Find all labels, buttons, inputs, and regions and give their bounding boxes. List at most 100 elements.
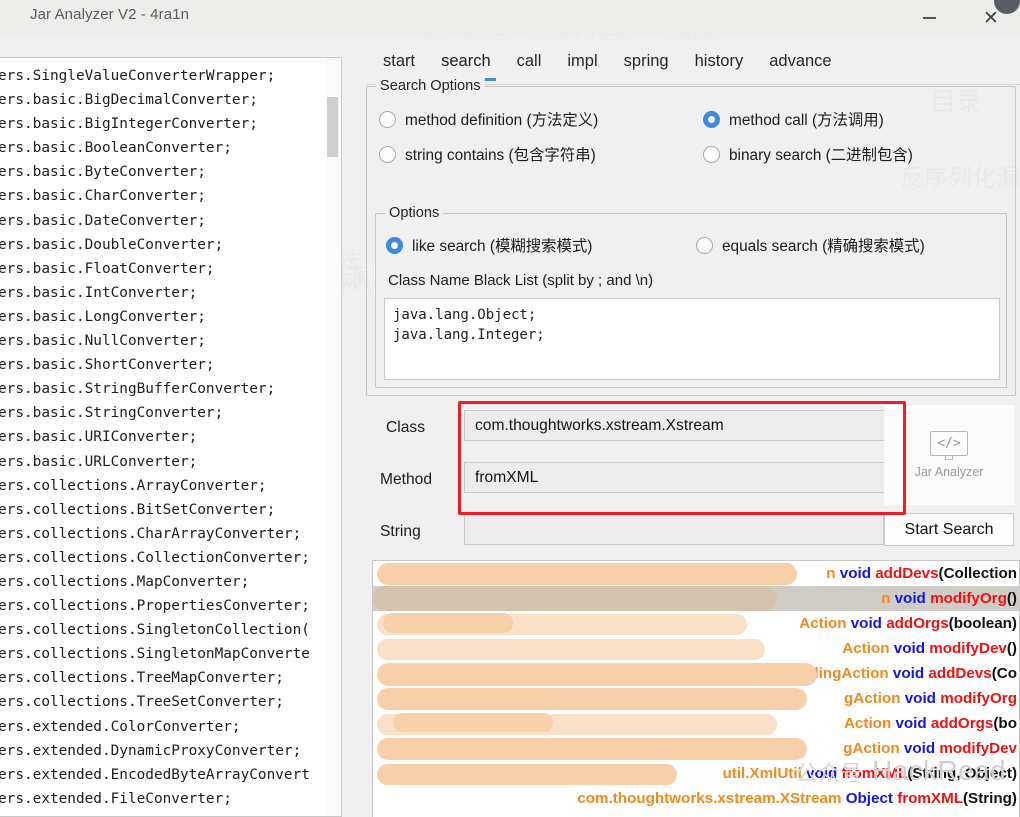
- class-list-item[interactable]: ers.basic.BigDecimalConverter;: [0, 88, 310, 112]
- tab-history[interactable]: history: [682, 44, 757, 83]
- result-method-params: (Collection: [938, 565, 1017, 582]
- radio-like-search-indicator[interactable]: [386, 236, 403, 254]
- redaction-smear: [377, 663, 817, 686]
- code-monitor-screen: </>: [930, 431, 968, 456]
- minimize-button[interactable]: [906, 0, 952, 36]
- class-list-item[interactable]: ers.collections.PropertiesConverter;: [0, 594, 310, 618]
- class-list-item[interactable]: ers.collections.TreeSetConverter;: [0, 690, 310, 714]
- class-list-panel[interactable]: ers.SingleValueConverterWrapper; ers.basi…: [0, 57, 342, 817]
- radio-binary-search[interactable]: binary search (二进制包含): [703, 143, 913, 165]
- class-list-item[interactable]: ers.basic.StringBufferConverter;: [0, 377, 310, 401]
- radio-method-definition-indicator[interactable]: [379, 110, 396, 128]
- result-method-name: modifyDev: [939, 740, 1017, 757]
- result-return-type: void: [894, 590, 926, 607]
- class-list-item[interactable]: ers.collections.CollectionConverter;: [0, 546, 310, 570]
- result-return-type: void: [806, 765, 838, 782]
- radio-like-search-label: like search (模糊搜索模式): [412, 238, 593, 255]
- blacklist-textarea[interactable]: java.lang.Object; java.lang.Integer;: [384, 298, 1000, 380]
- class-list-item[interactable]: ers.basic.DateConverter;: [0, 209, 310, 233]
- radio-method-call-indicator[interactable]: [703, 110, 720, 128]
- tab-call[interactable]: call: [504, 44, 555, 83]
- class-list-item[interactable]: ers.collections.ArrayConverter;: [0, 474, 310, 498]
- redaction-smear: [383, 613, 513, 633]
- result-class-name: Action: [842, 640, 890, 657]
- result-class-name: gAction: [843, 740, 900, 757]
- result-method-params: (): [1006, 590, 1017, 607]
- class-list-item[interactable]: ers.collections.TreeMapConverter;: [0, 666, 310, 690]
- result-row[interactable]: util.XmlUtil void fromXML(String, Object…: [373, 761, 1019, 786]
- tab-impl[interactable]: impl: [554, 44, 610, 83]
- result-row[interactable]: n void addDevs(Collection: [373, 561, 1019, 586]
- result-row[interactable]: Action void modifyDev(): [373, 636, 1019, 661]
- class-list-scroll-thumb[interactable]: [327, 97, 338, 157]
- class-list-scrollbar[interactable]: [326, 59, 340, 816]
- start-search-button[interactable]: Start Search: [884, 513, 1014, 546]
- class-list-item[interactable]: ers.basic.LongConverter;: [0, 305, 310, 329]
- radio-equals-search-indicator[interactable]: [696, 236, 713, 254]
- class-list-item[interactable]: ers.basic.NullConverter;: [0, 329, 310, 353]
- radio-binary-search-label: binary search (二进制包含): [729, 147, 913, 164]
- radio-string-contains-label: string contains (包含字符串): [405, 147, 596, 164]
- result-row[interactable]: n void modifyOrg(): [373, 586, 1019, 611]
- result-method-name: modifyDev: [929, 640, 1007, 657]
- radio-method-definition[interactable]: method definition (方法定义): [379, 108, 598, 130]
- radio-equals-search[interactable]: equals search (精确搜索模式): [696, 234, 925, 256]
- class-list[interactable]: ers.SingleValueConverterWrapper; ers.basi…: [0, 58, 310, 816]
- class-list-item[interactable]: ers.extended.DynamicProxyConverter;: [0, 739, 310, 763]
- result-row[interactable]: Action void addOrgs(boolean): [373, 611, 1019, 636]
- result-row[interactable]: scadingAction void addDevs(Co: [373, 661, 1019, 686]
- radio-equals-search-label: equals search (精确搜索模式): [722, 238, 925, 255]
- class-list-item[interactable]: ers.basic.BooleanConverter;: [0, 136, 310, 160]
- class-list-item[interactable]: ers.basic.ShortConverter;: [0, 353, 310, 377]
- result-method-params: (): [1006, 640, 1017, 657]
- class-list-item[interactable]: ers.basic.URLConverter;: [0, 450, 310, 474]
- tab-search[interactable]: search: [428, 44, 504, 83]
- class-list-item[interactable]: ers.basic.DoubleConverter;: [0, 233, 310, 257]
- class-list-item[interactable]: ers.SingleValueConverterWrapper;: [0, 64, 310, 88]
- result-class-name: Action: [843, 715, 892, 732]
- class-list-item[interactable]: ers.basic.StringConverter;: [0, 401, 310, 425]
- result-method-params: (String): [963, 790, 1017, 807]
- class-list-item[interactable]: ers.collections.MapConverter;: [0, 570, 310, 594]
- class-list-item[interactable]: ers.basic.IntConverter;: [0, 281, 310, 305]
- result-class-name: n: [826, 565, 836, 582]
- class-list-item[interactable]: ers.collections.SingletonMapConverte: [0, 642, 310, 666]
- class-list-item[interactable]: ers.basic.ByteConverter;: [0, 160, 310, 184]
- string-input[interactable]: [464, 514, 884, 545]
- class-list-item[interactable]: ers.basic.URIConverter;: [0, 425, 310, 449]
- class-list-item[interactable]: ers.basic.CharConverter;: [0, 184, 310, 208]
- class-list-item[interactable]: ers.extended.FileConverter;: [0, 787, 310, 811]
- results-list[interactable]: n void addDevs(Collection n void modifyOr…: [372, 560, 1020, 817]
- method-input[interactable]: fromXML: [464, 462, 896, 493]
- radio-string-contains[interactable]: string contains (包含字符串): [379, 143, 596, 165]
- class-list-item[interactable]: ers.collections.SingletonCollection(: [0, 618, 310, 642]
- class-list-item[interactable]: ers.extended.ColorConverter;: [0, 715, 310, 739]
- result-row[interactable]: Action void addOrgs(bo: [373, 711, 1019, 736]
- class-list-item[interactable]: ers.extended.EncodedByteArrayConvert: [0, 763, 310, 787]
- code-monitor-icon: </>: [930, 431, 968, 461]
- class-list-item[interactable]: ers.basic.FloatConverter;: [0, 257, 310, 281]
- tab-spring[interactable]: spring: [611, 44, 682, 83]
- tab-start[interactable]: start: [370, 44, 428, 83]
- class-list-item[interactable]: ers.collections.BitSetConverter;: [0, 498, 310, 522]
- radio-binary-search-indicator[interactable]: [703, 145, 720, 163]
- class-list-item[interactable]: ers.basic.BigIntegerConverter;: [0, 112, 310, 136]
- class-list-item[interactable]: ers.extended.FontConverter;: [0, 811, 310, 816]
- class-input[interactable]: com.thoughtworks.xstream.Xstream: [464, 410, 896, 441]
- result-row-text: Action void addOrgs(boolean): [799, 615, 1017, 632]
- class-label: Class: [386, 419, 425, 436]
- result-method-params: (boolean): [948, 615, 1017, 632]
- close-icon: ✕: [983, 7, 999, 29]
- result-class-name: util.XmlUtil: [722, 765, 802, 782]
- radio-string-contains-indicator[interactable]: [379, 145, 396, 163]
- radio-like-search[interactable]: like search (模糊搜索模式): [386, 234, 592, 256]
- result-row[interactable]: com.thoughtworks.xstream.XStream Object …: [373, 786, 1019, 811]
- window-title: Jar Analyzer V2 - 4ra1n: [30, 6, 190, 23]
- method-label: Method: [380, 471, 433, 488]
- radio-method-call[interactable]: method call (方法调用): [703, 108, 884, 130]
- search-options-group: Search Options method definition (方法定义) …: [366, 78, 1016, 396]
- tab-advance[interactable]: advance: [756, 44, 844, 83]
- result-row[interactable]: gAction void modifyOrg: [373, 686, 1019, 711]
- class-list-item[interactable]: ers.collections.CharArrayConverter;: [0, 522, 310, 546]
- result-row[interactable]: gAction void modifyDev: [373, 736, 1019, 761]
